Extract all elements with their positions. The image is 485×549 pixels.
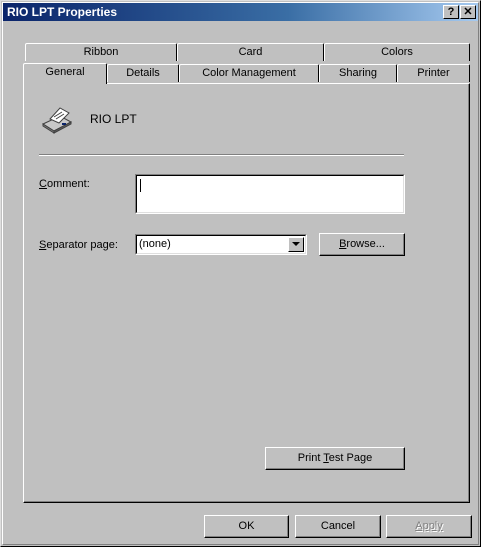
window-title: RIO LPT Properties: [7, 5, 118, 19]
comment-field[interactable]: [135, 174, 405, 214]
browse-button[interactable]: Browse...: [319, 233, 405, 256]
comment-label: Comment:: [39, 178, 90, 190]
cancel-button[interactable]: Cancel: [295, 515, 381, 538]
general-tab-panel: RIO LPT Comment: Separator page: (none) …: [23, 83, 470, 503]
tab-details[interactable]: Details: [107, 64, 179, 82]
tab-sharing[interactable]: Sharing: [319, 64, 397, 82]
tab-ribbon[interactable]: Ribbon: [25, 43, 177, 61]
separator-page-dropdown[interactable]: (none): [135, 234, 307, 255]
properties-dialog: RIO LPT Properties ? ✕ Ribbon Card Color…: [0, 0, 481, 547]
dropdown-button[interactable]: [288, 237, 304, 252]
apply-button[interactable]: Apply: [386, 515, 472, 538]
printer-icon: [40, 106, 74, 134]
tab-general[interactable]: General: [23, 63, 107, 84]
tab-colors[interactable]: Colors: [324, 43, 470, 61]
text-caret: [140, 179, 141, 192]
help-button[interactable]: ?: [443, 5, 459, 19]
printer-name: RIO LPT: [90, 112, 137, 126]
ok-button[interactable]: OK: [204, 515, 289, 538]
separator-page-label: Separator page:: [39, 239, 118, 251]
tab-color-management[interactable]: Color Management: [179, 64, 319, 82]
print-test-page-button[interactable]: Print Test Page: [265, 447, 405, 470]
title-bar[interactable]: RIO LPT Properties ? ✕: [3, 3, 478, 21]
chevron-down-icon: [292, 242, 300, 246]
close-button[interactable]: ✕: [460, 5, 476, 19]
tab-card[interactable]: Card: [177, 43, 324, 61]
separator-line: [39, 154, 404, 156]
tab-printer[interactable]: Printer: [397, 64, 470, 82]
